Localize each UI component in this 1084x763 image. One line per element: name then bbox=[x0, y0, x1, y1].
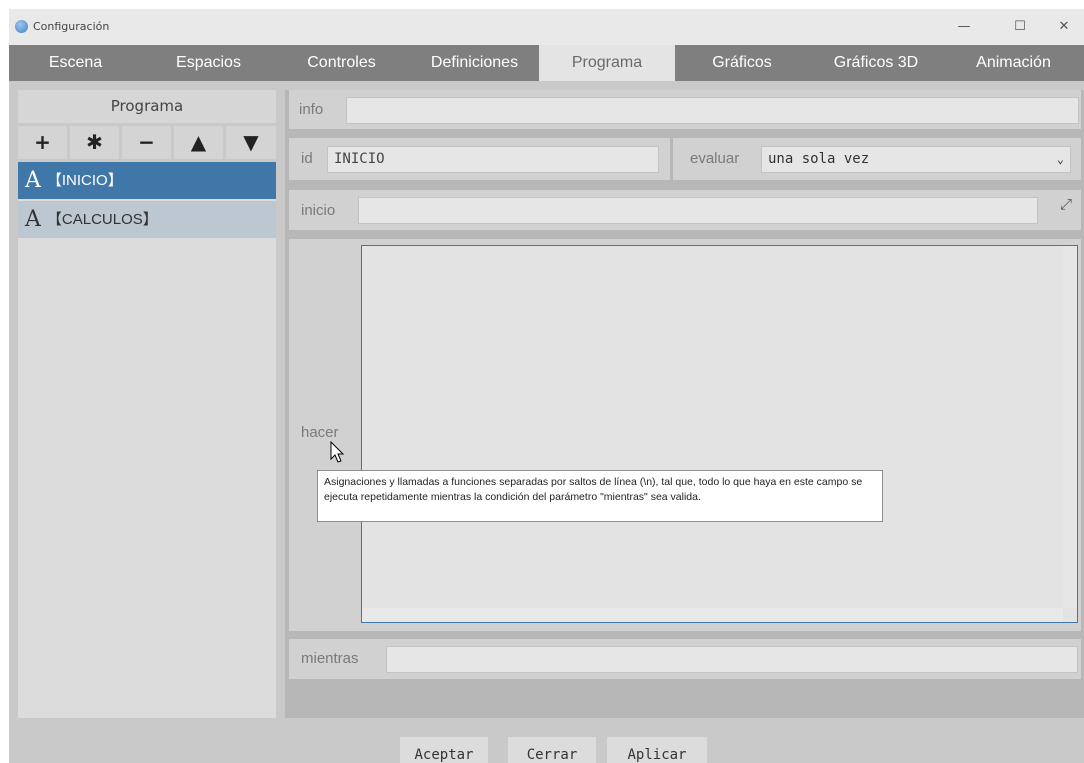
tab-espacios[interactable]: Espacios bbox=[142, 45, 275, 81]
app-icon bbox=[15, 20, 28, 33]
window-title: Configuración bbox=[33, 20, 110, 33]
inicio-label: inicio bbox=[301, 202, 336, 219]
title-bar[interactable]: Configuración — ☐ ✕ bbox=[9, 9, 1084, 45]
list-item-label: 【CALCULOS】 bbox=[46, 211, 158, 228]
horizontal-scrollbar[interactable] bbox=[362, 608, 1063, 622]
asterisk-icon[interactable]: ✱ bbox=[70, 126, 119, 159]
info-row: info bbox=[289, 90, 1081, 129]
mouse-cursor-icon bbox=[330, 441, 345, 463]
minus-icon[interactable]: − bbox=[122, 126, 171, 159]
tab-animacion[interactable]: Animación bbox=[943, 45, 1084, 81]
tab-escena[interactable]: Escena bbox=[9, 45, 142, 81]
list-item-calculos[interactable]: A 【CALCULOS】 bbox=[18, 201, 276, 238]
hacer-tooltip: Asignaciones y llamadas a funciones sepa… bbox=[317, 470, 883, 522]
program-toolbar: + ✱ − ▲ ▼ bbox=[18, 126, 276, 160]
minimize-button[interactable]: — bbox=[944, 9, 984, 45]
inicio-field[interactable] bbox=[358, 197, 1038, 224]
info-label: info bbox=[299, 101, 324, 118]
program-list-panel: Programa + ✱ − ▲ ▼ A 【INICIO】 A 【CALCULOS】 bbox=[18, 90, 276, 718]
hacer-label: hacer bbox=[301, 424, 339, 441]
dialog-button-bar: Aceptar Cerrar Aplicar bbox=[9, 719, 1084, 763]
chevron-down-icon: ⌄ bbox=[1056, 152, 1064, 166]
tab-definiciones[interactable]: Definiciones bbox=[408, 45, 541, 81]
tab-graficos[interactable]: Gráficos bbox=[675, 45, 809, 81]
id-field[interactable]: INICIO bbox=[327, 146, 659, 173]
mientras-field[interactable] bbox=[386, 646, 1078, 673]
up-arrow-icon[interactable]: ▲ bbox=[174, 126, 223, 159]
id-row: id INICIO evaluar una sola vez ⌄ bbox=[289, 138, 1081, 180]
program-list-header: Programa bbox=[18, 90, 276, 123]
algorithm-icon: A bbox=[25, 168, 41, 193]
program-editor-panel: info id INICIO evaluar una sola vez ⌄ in… bbox=[285, 90, 1084, 718]
evaluar-value: una sola vez bbox=[768, 151, 870, 167]
algorithm-icon: A bbox=[25, 207, 41, 232]
hacer-row: hacer bbox=[289, 239, 1081, 631]
mientras-row: mientras bbox=[289, 639, 1081, 679]
program-list: A 【INICIO】 A 【CALCULOS】 bbox=[18, 162, 276, 718]
row-divider bbox=[670, 138, 673, 180]
expand-icon[interactable]: ⤢ bbox=[1057, 195, 1075, 213]
hacer-textarea[interactable] bbox=[361, 245, 1078, 623]
down-arrow-icon[interactable]: ▼ bbox=[226, 126, 276, 159]
cerrar-button[interactable]: Cerrar bbox=[508, 737, 596, 763]
close-window-button[interactable]: ✕ bbox=[1044, 9, 1084, 45]
vertical-scrollbar[interactable] bbox=[1063, 246, 1077, 608]
aplicar-button[interactable]: Aplicar bbox=[607, 737, 707, 763]
maximize-button[interactable]: ☐ bbox=[1000, 9, 1040, 45]
tab-bar: Escena Espacios Controles Definiciones P… bbox=[9, 45, 1084, 81]
tab-graficos-3d[interactable]: Gráficos 3D bbox=[809, 45, 943, 81]
list-item-inicio[interactable]: A 【INICIO】 bbox=[18, 162, 276, 199]
info-field[interactable] bbox=[346, 97, 1079, 124]
inicio-row: inicio ⤢ bbox=[289, 190, 1081, 230]
aceptar-button[interactable]: Aceptar bbox=[400, 737, 488, 763]
plus-icon[interactable]: + bbox=[18, 126, 67, 159]
tab-programa[interactable]: Programa bbox=[539, 45, 675, 81]
configuration-window: Configuración — ☐ ✕ Escena Espacios Cont… bbox=[9, 9, 1084, 763]
evaluar-select[interactable]: una sola vez ⌄ bbox=[761, 146, 1071, 173]
evaluar-label: evaluar bbox=[690, 150, 740, 167]
tab-controles[interactable]: Controles bbox=[275, 45, 408, 81]
id-label: id bbox=[301, 150, 313, 167]
list-item-label: 【INICIO】 bbox=[46, 172, 123, 189]
mientras-label: mientras bbox=[301, 650, 359, 667]
